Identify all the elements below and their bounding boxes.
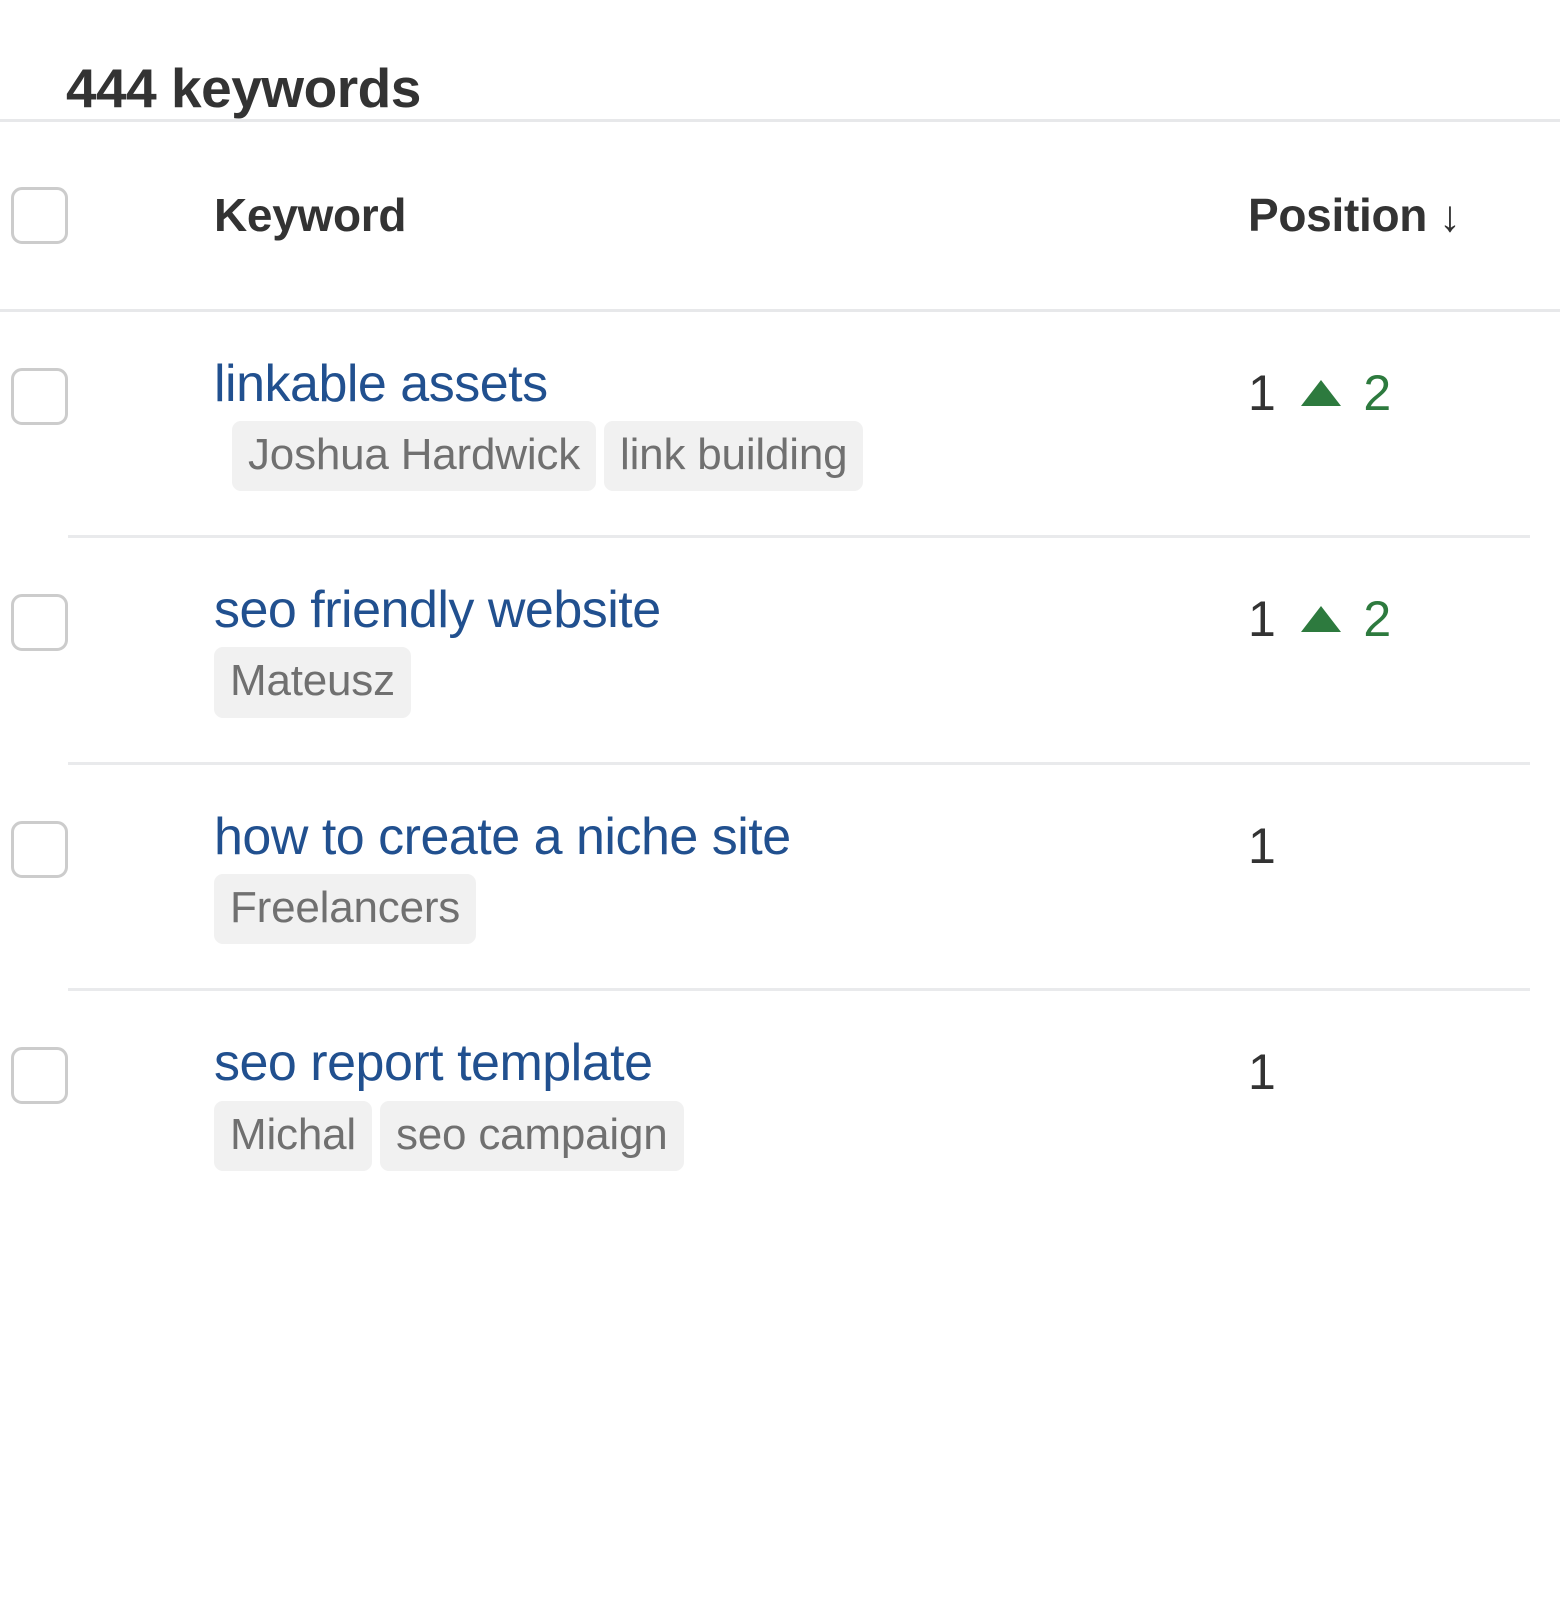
keyword-link[interactable]: seo report template [214, 1034, 653, 1092]
position-change: 2 [1301, 364, 1391, 422]
row-select-cell [0, 1033, 68, 1105]
row-select-cell [0, 354, 68, 425]
keyword-cell: seo report template Michal seo campaign [68, 1033, 1200, 1177]
tag-list: Freelancers [214, 873, 484, 945]
position-value: 1 [1248, 591, 1276, 648]
select-all-checkbox[interactable] [11, 186, 68, 244]
table-row[interactable]: linkable assets Joshua Hardwick link build… [0, 312, 1560, 536]
page-title: 444 keywords [66, 57, 421, 119]
position-wrap: 1 2 [1248, 580, 1560, 648]
table-row[interactable]: how to create a niche site Freelancers 1 [0, 765, 1560, 989]
row-checkbox[interactable] [11, 820, 68, 878]
position-change-value: 2 [1363, 591, 1391, 648]
position-cell: 1 [1200, 1033, 1560, 1101]
keyword-link[interactable]: seo friendly website [214, 581, 661, 639]
table-row[interactable]: seo friendly website Mateusz 1 2 [0, 538, 1560, 762]
tag[interactable]: Michal [214, 1100, 372, 1171]
tag[interactable]: Mateusz [214, 647, 411, 718]
position-cell: 1 [1200, 807, 1560, 875]
table-header-row: Keyword Position ↓ [0, 122, 1560, 309]
column-header-position-label: Position [1248, 189, 1428, 241]
row-select-cell [0, 807, 68, 878]
triangle-up-icon [1301, 379, 1342, 406]
position-wrap: 1 [1248, 1033, 1560, 1101]
position-value: 1 [1248, 1044, 1276, 1101]
tag-list: Joshua Hardwick link building [214, 420, 871, 492]
row-select-cell [0, 580, 68, 652]
tag[interactable]: Joshua Hardwick [232, 420, 597, 492]
keyword-block: how to create a niche site Freelancers [214, 807, 914, 951]
keyword-link[interactable]: how to create a niche site [214, 808, 791, 866]
position-value: 1 [1248, 364, 1276, 421]
row-checkbox[interactable] [11, 367, 68, 425]
keyword-cell: how to create a niche site Freelancers [68, 807, 1200, 951]
select-all-cell [0, 186, 68, 244]
keyword-block: seo report template Michal seo campaign [214, 1033, 914, 1177]
keyword-cell: seo friendly website Mateusz [68, 580, 1200, 724]
position-value: 1 [1248, 817, 1276, 874]
keyword-cell: linkable assets Joshua Hardwick link build… [68, 354, 1200, 498]
keyword-link[interactable]: linkable assets [214, 355, 548, 413]
tag[interactable]: link building [604, 420, 864, 492]
keywords-table: Keyword Position ↓ linkable assets Joshua … [0, 122, 1560, 1215]
table-row[interactable]: seo report template Michal seo campaign 1 [0, 991, 1560, 1215]
row-checkbox[interactable] [11, 594, 68, 652]
sort-descending-icon: ↓ [1439, 192, 1461, 241]
keywords-panel: 444 keywords Keyword Position ↓ linkable … [0, 0, 1560, 1600]
keyword-block: linkable assets Joshua Hardwick link build… [214, 354, 914, 498]
tag[interactable]: Freelancers [214, 873, 477, 945]
tag[interactable]: seo campaign [379, 1100, 684, 1171]
position-cell: 1 2 [1200, 354, 1560, 422]
row-checkbox[interactable] [11, 1047, 68, 1105]
tag-list: Michal seo campaign [214, 1100, 692, 1171]
column-header-position[interactable]: Position ↓ [1200, 188, 1560, 242]
tag-list: Mateusz [214, 647, 419, 718]
position-wrap: 1 2 [1248, 354, 1560, 422]
position-cell: 1 2 [1200, 580, 1560, 648]
position-wrap: 1 [1248, 807, 1560, 875]
keyword-block: seo friendly website Mateusz [214, 580, 914, 724]
column-header-keyword[interactable]: Keyword [68, 188, 1200, 242]
triangle-up-icon [1301, 606, 1342, 633]
position-change-value: 2 [1363, 364, 1391, 421]
position-change: 2 [1301, 590, 1391, 648]
